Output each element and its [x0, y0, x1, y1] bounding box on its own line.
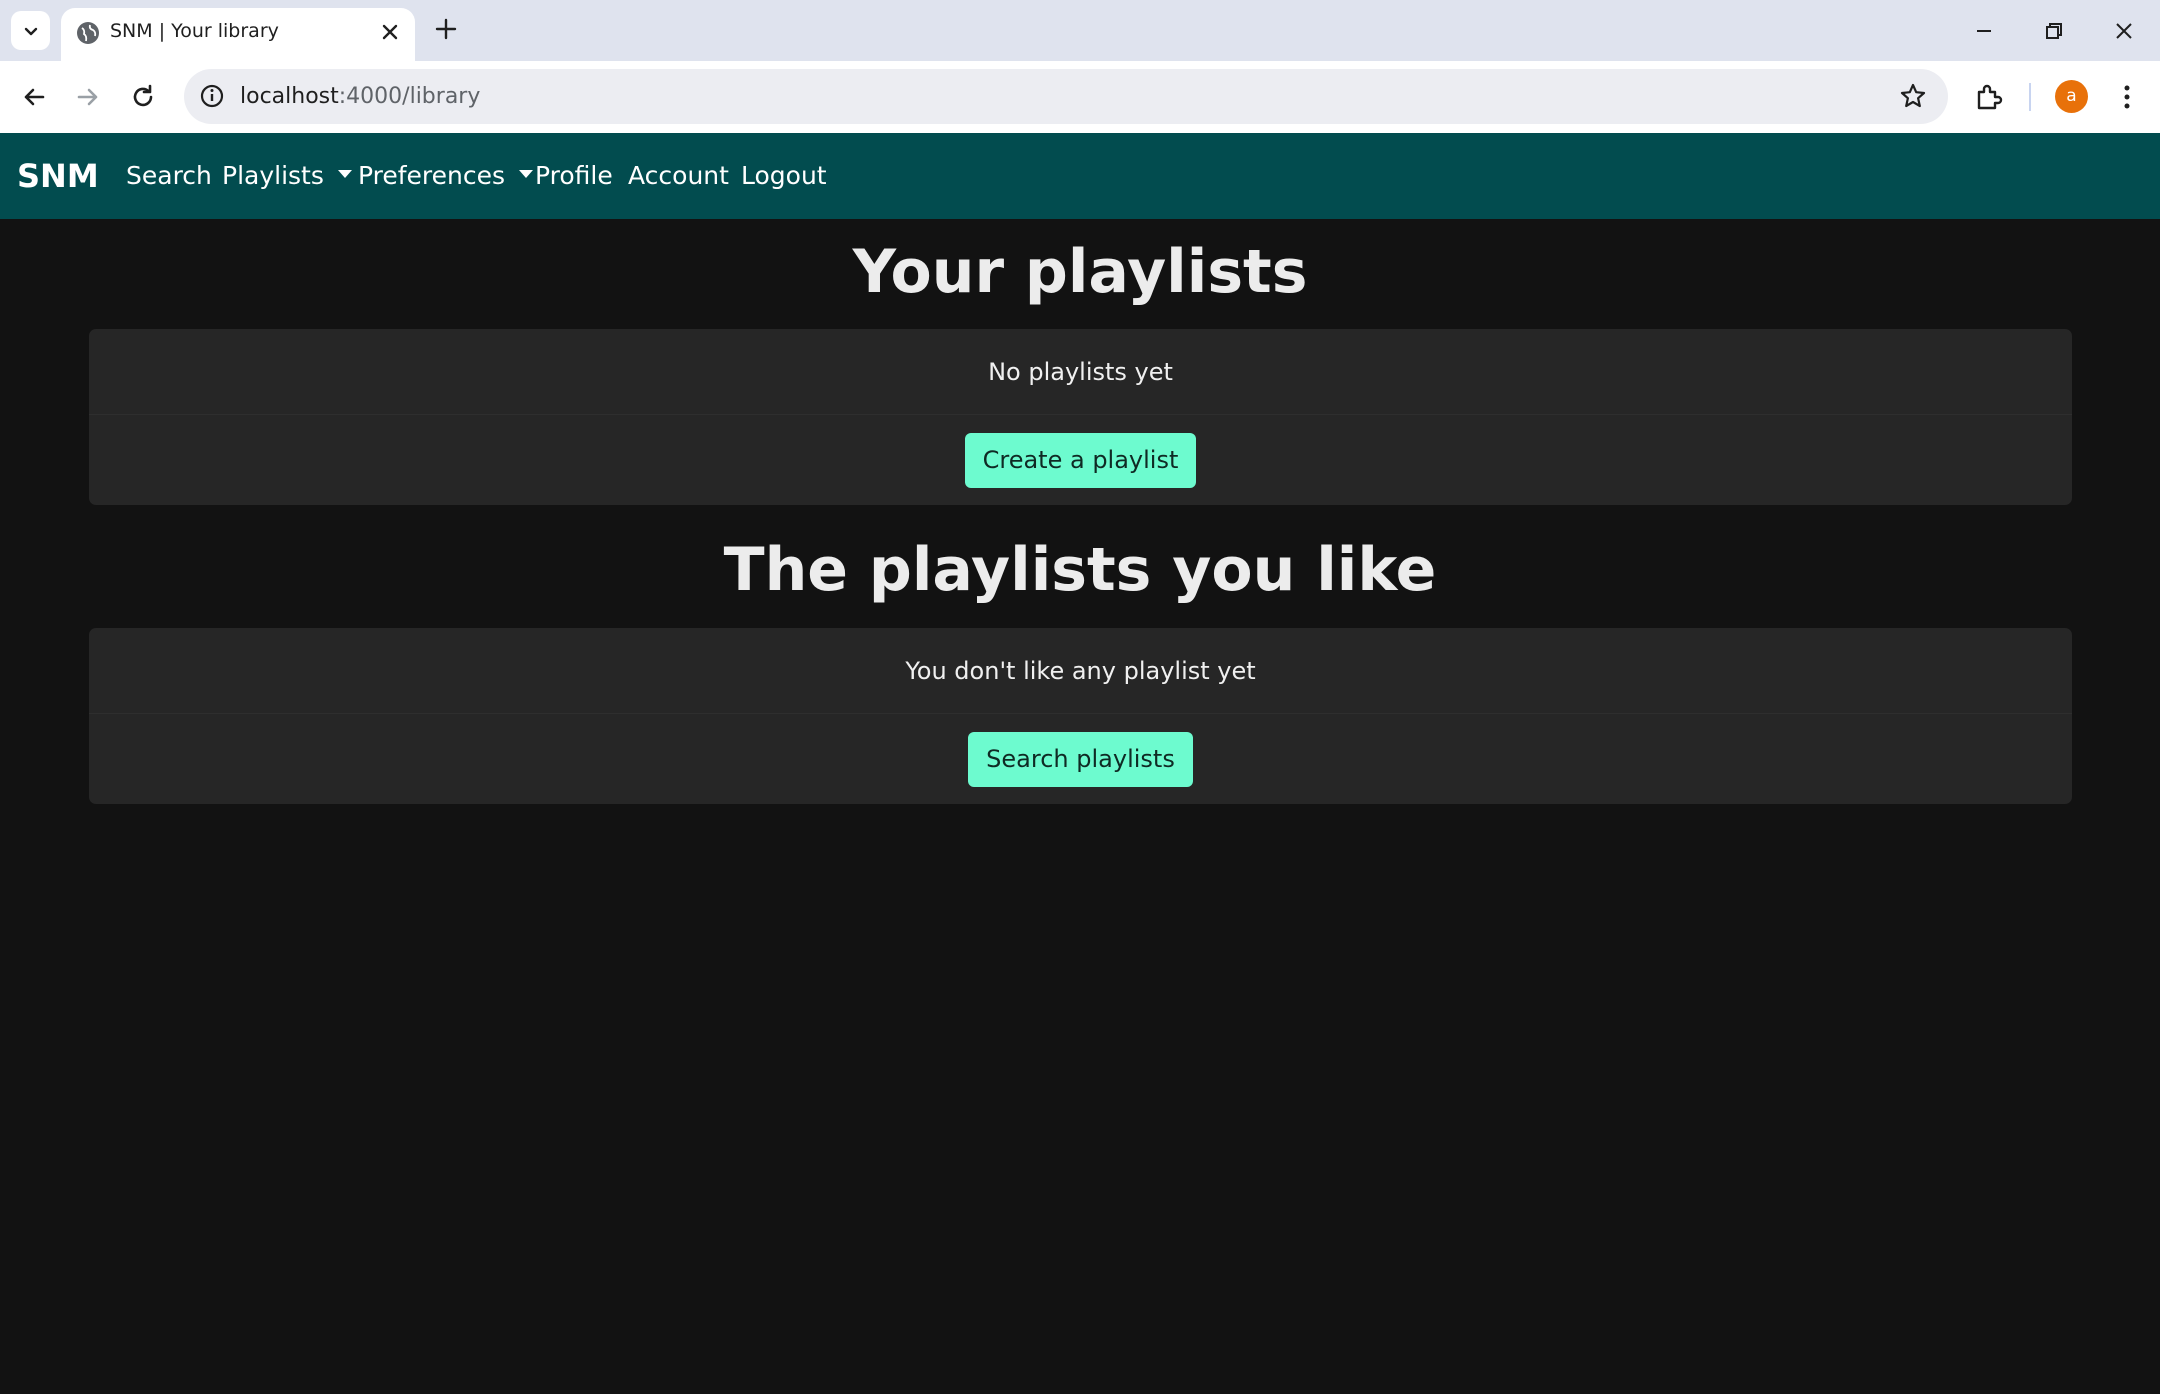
nav-account[interactable]: Account	[628, 133, 729, 219]
create-playlist-button[interactable]: Create a playlist	[964, 432, 1197, 488]
nav-logout[interactable]: Logout	[741, 133, 827, 219]
your-playlists-card-footer: Create a playlist	[89, 415, 2072, 505]
window-close-icon[interactable]	[2110, 17, 2138, 45]
caret-down-icon	[337, 170, 352, 178]
your-playlists-card: No playlists yet Create a playlist	[89, 329, 2072, 505]
restore-icon[interactable]	[2040, 17, 2068, 45]
caret-down-icon	[519, 170, 534, 178]
new-tab-plus-icon[interactable]	[432, 15, 460, 43]
globe-icon	[77, 22, 99, 44]
nav-search-label: Search	[126, 161, 212, 190]
nav-preferences-label: Preferences	[358, 161, 506, 190]
tab-title: SNM | Your library	[110, 20, 279, 42]
site-navbar: SNM Search Playlists Preferences Profile…	[0, 133, 2160, 219]
toolbar-divider	[2029, 83, 2031, 111]
liked-playlists-card: You don't like any playlist yet Search p…	[89, 628, 2072, 804]
more-vertical-icon[interactable]	[2111, 81, 2143, 113]
url-host: localhost	[240, 84, 339, 109]
tab-search-button[interactable]	[11, 11, 50, 50]
nav-search[interactable]: Search	[126, 133, 212, 219]
browser-tab-active[interactable]: SNM | Your library	[61, 8, 415, 61]
nav-profile[interactable]: Profile	[535, 133, 613, 219]
browser-tabstrip: SNM | Your library	[0, 0, 2160, 61]
site-info-icon[interactable]	[198, 82, 226, 110]
close-icon[interactable]	[379, 21, 401, 43]
nav-playlists-label: Playlists	[222, 161, 324, 190]
forward-arrow-icon[interactable]	[72, 81, 104, 113]
your-playlists-empty-text: No playlists yet	[89, 329, 2072, 415]
your-playlists-heading: Your playlists	[852, 237, 1308, 307]
reload-icon[interactable]	[127, 81, 159, 113]
url-text: localhost:4000/library	[240, 69, 480, 124]
url-path: :4000/library	[338, 84, 481, 109]
back-arrow-icon[interactable]	[18, 81, 50, 113]
brand-logo[interactable]: SNM	[17, 133, 99, 219]
liked-playlists-card-footer: Search playlists	[89, 714, 2072, 804]
nav-preferences-dropdown[interactable]: Preferences	[358, 133, 534, 219]
liked-playlists-empty-text: You don't like any playlist yet	[89, 628, 2072, 714]
bookmark-star-icon[interactable]	[1898, 81, 1928, 111]
nav-playlists-dropdown[interactable]: Playlists	[222, 133, 352, 219]
profile-avatar[interactable]: a	[2055, 80, 2088, 113]
extensions-puzzle-icon[interactable]	[1973, 81, 2005, 113]
nav-profile-label: Profile	[535, 161, 613, 190]
browser-toolbar: localhost:4000/library a	[0, 61, 2160, 133]
chevron-down-icon	[24, 27, 37, 35]
nav-account-label: Account	[628, 161, 729, 190]
address-bar[interactable]: localhost:4000/library	[184, 69, 1948, 124]
nav-logout-label: Logout	[741, 161, 827, 190]
minimize-icon[interactable]	[1970, 17, 1998, 45]
search-playlists-button[interactable]: Search playlists	[968, 731, 1193, 787]
liked-playlists-heading: The playlists you like	[723, 535, 1437, 605]
